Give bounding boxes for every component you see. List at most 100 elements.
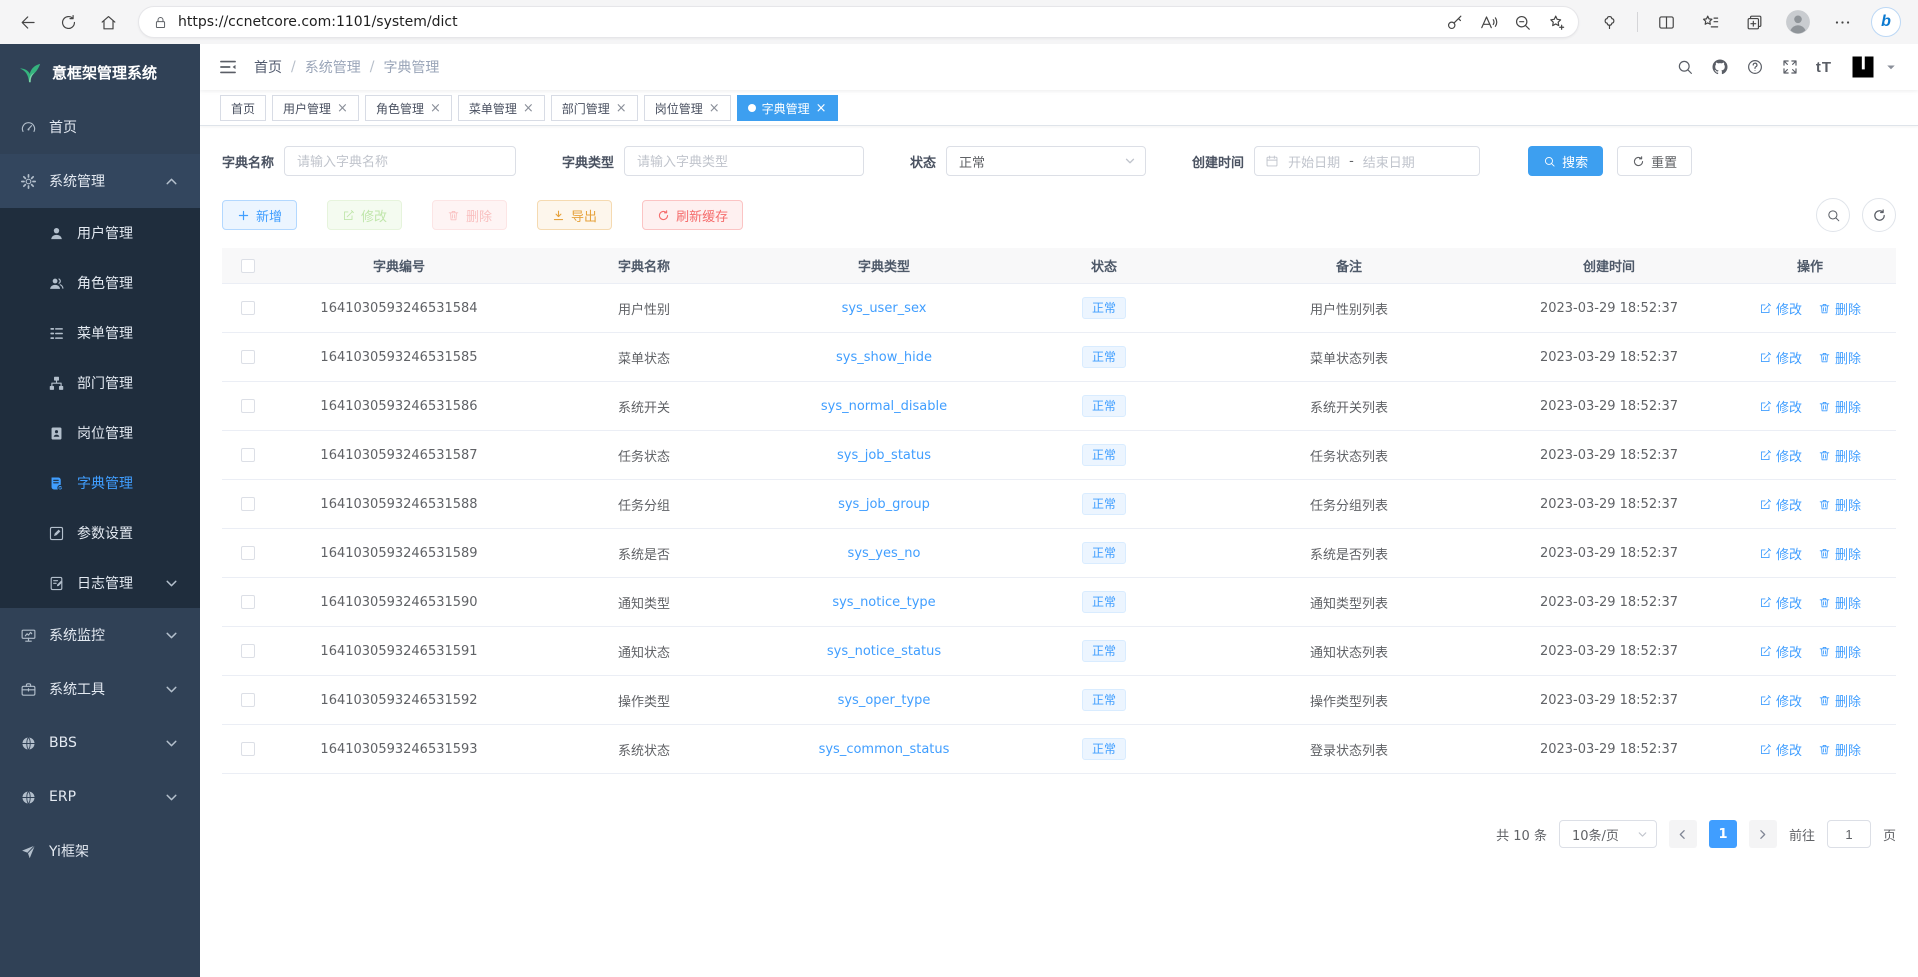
dict-type-link[interactable]: sys_oper_type: [838, 693, 931, 708]
tab-menu-management[interactable]: 菜单管理 ×: [458, 95, 545, 121]
dict-type-link[interactable]: sys_show_hide: [836, 350, 932, 365]
sidebar-item-system-monitor[interactable]: 系统监控: [0, 608, 200, 662]
help-button[interactable]: [1746, 58, 1764, 76]
tab-role-management[interactable]: 角色管理 ×: [365, 95, 452, 121]
row-delete-button[interactable]: 删除: [1818, 495, 1861, 514]
password-button[interactable]: [1438, 5, 1470, 39]
tab-department-management[interactable]: 部门管理 ×: [551, 95, 638, 121]
row-checkbox[interactable]: [241, 742, 255, 756]
row-edit-button[interactable]: 修改: [1759, 397, 1802, 416]
fullscreen-button[interactable]: [1781, 58, 1799, 76]
sidebar-item-yi-framework[interactable]: Yi框架: [0, 824, 200, 878]
reset-button[interactable]: 重置: [1617, 146, 1692, 176]
dict-type-link[interactable]: sys_job_group: [838, 497, 930, 512]
favorites-button[interactable]: [1692, 5, 1728, 39]
row-edit-button[interactable]: 修改: [1759, 642, 1802, 661]
export-button[interactable]: 导出: [537, 200, 612, 230]
toggle-search-button[interactable]: [1816, 198, 1850, 232]
close-icon[interactable]: ×: [430, 102, 441, 115]
row-edit-button[interactable]: 修改: [1759, 740, 1802, 759]
sidebar-item-system-tools[interactable]: 系统工具: [0, 662, 200, 716]
close-icon[interactable]: ×: [337, 102, 348, 115]
sidebar-item-post-management[interactable]: 岗位管理: [0, 408, 200, 458]
browser-menu-button[interactable]: [1824, 5, 1860, 39]
row-delete-button[interactable]: 删除: [1818, 642, 1861, 661]
next-page-button[interactable]: [1749, 820, 1777, 848]
goto-page-input[interactable]: [1827, 820, 1871, 848]
sidebar-item-menu-management[interactable]: 菜单管理: [0, 308, 200, 358]
zoom-out-button[interactable]: [1506, 5, 1538, 39]
sidebar-item-bbs[interactable]: BBS: [0, 716, 200, 770]
row-delete-button[interactable]: 删除: [1818, 691, 1861, 710]
close-icon[interactable]: ×: [616, 102, 627, 115]
tab-post-management[interactable]: 岗位管理 ×: [644, 95, 731, 121]
select-all-checkbox[interactable]: [241, 259, 255, 273]
date-range-input[interactable]: 开始日期 - 结束日期: [1254, 146, 1480, 176]
dict-type-link[interactable]: sys_yes_no: [848, 546, 921, 561]
row-delete-button[interactable]: 删除: [1818, 397, 1861, 416]
sidebar-item-user-management[interactable]: 用户管理: [0, 208, 200, 258]
sidebar-item-system-management[interactable]: 系统管理: [0, 154, 200, 208]
split-screen-button[interactable]: [1648, 5, 1684, 39]
browser-back-button[interactable]: [10, 5, 46, 39]
tab-home[interactable]: 首页: [220, 95, 266, 121]
row-edit-button[interactable]: 修改: [1759, 446, 1802, 465]
dict-name-input[interactable]: [284, 146, 516, 176]
browser-essentials-button[interactable]: [1591, 5, 1627, 39]
browser-refresh-button[interactable]: [50, 5, 86, 39]
row-delete-button[interactable]: 删除: [1818, 740, 1861, 759]
row-edit-button[interactable]: 修改: [1759, 495, 1802, 514]
row-checkbox[interactable]: [241, 546, 255, 560]
row-checkbox[interactable]: [241, 595, 255, 609]
close-icon[interactable]: ×: [523, 102, 534, 115]
sidebar-item-erp[interactable]: ERP: [0, 770, 200, 824]
sidebar-item-parameter-settings[interactable]: 参数设置: [0, 508, 200, 558]
dict-type-link[interactable]: sys_user_sex: [842, 301, 927, 316]
tab-user-management[interactable]: 用户管理 ×: [272, 95, 359, 121]
dict-type-link[interactable]: sys_normal_disable: [821, 399, 947, 414]
row-edit-button[interactable]: 修改: [1759, 691, 1802, 710]
refresh-table-button[interactable]: [1862, 198, 1896, 232]
row-delete-button[interactable]: 删除: [1818, 348, 1861, 367]
row-delete-button[interactable]: 删除: [1818, 299, 1861, 318]
row-checkbox[interactable]: [241, 497, 255, 511]
row-edit-button[interactable]: 修改: [1759, 544, 1802, 563]
page-1-button[interactable]: 1: [1709, 820, 1737, 848]
close-icon[interactable]: ×: [816, 102, 827, 115]
dict-type-input[interactable]: [624, 146, 864, 176]
row-delete-button[interactable]: 删除: [1818, 544, 1861, 563]
row-checkbox[interactable]: [241, 399, 255, 413]
row-checkbox[interactable]: [241, 644, 255, 658]
browser-home-button[interactable]: [90, 5, 126, 39]
read-aloud-button[interactable]: [1472, 5, 1504, 39]
prev-page-button[interactable]: [1669, 820, 1697, 848]
sidebar-item-home[interactable]: 首页: [0, 100, 200, 154]
url-text[interactable]: https://ccnetcore.com:1101/system/dict: [178, 14, 1428, 30]
copilot-button[interactable]: b: [1868, 5, 1904, 39]
sidebar-item-role-management[interactable]: 角色管理: [0, 258, 200, 308]
dict-type-link[interactable]: sys_notice_status: [827, 644, 941, 659]
close-icon[interactable]: ×: [709, 102, 720, 115]
page-size-select[interactable]: 10条/页: [1559, 820, 1657, 848]
row-edit-button[interactable]: 修改: [1759, 299, 1802, 318]
sidebar-item-log-management[interactable]: 日志管理: [0, 558, 200, 608]
row-checkbox[interactable]: [241, 693, 255, 707]
dict-type-link[interactable]: sys_notice_type: [832, 595, 935, 610]
breadcrumb-home[interactable]: 首页: [254, 57, 282, 77]
address-bar[interactable]: https://ccnetcore.com:1101/system/dict: [138, 6, 1579, 38]
collapse-sidebar-button[interactable]: [218, 57, 238, 77]
row-delete-button[interactable]: 删除: [1818, 593, 1861, 612]
delete-button[interactable]: 删除: [432, 200, 507, 230]
row-checkbox[interactable]: [241, 301, 255, 315]
row-edit-button[interactable]: 修改: [1759, 348, 1802, 367]
row-edit-button[interactable]: 修改: [1759, 593, 1802, 612]
search-button[interactable]: 搜索: [1528, 146, 1603, 176]
row-checkbox[interactable]: [241, 350, 255, 364]
github-button[interactable]: [1711, 58, 1729, 76]
row-checkbox[interactable]: [241, 448, 255, 462]
edit-button[interactable]: 修改: [327, 200, 402, 230]
header-search-button[interactable]: [1676, 58, 1694, 76]
collections-button[interactable]: [1736, 5, 1772, 39]
dict-type-link[interactable]: sys_job_status: [837, 448, 931, 463]
row-delete-button[interactable]: 删除: [1818, 446, 1861, 465]
